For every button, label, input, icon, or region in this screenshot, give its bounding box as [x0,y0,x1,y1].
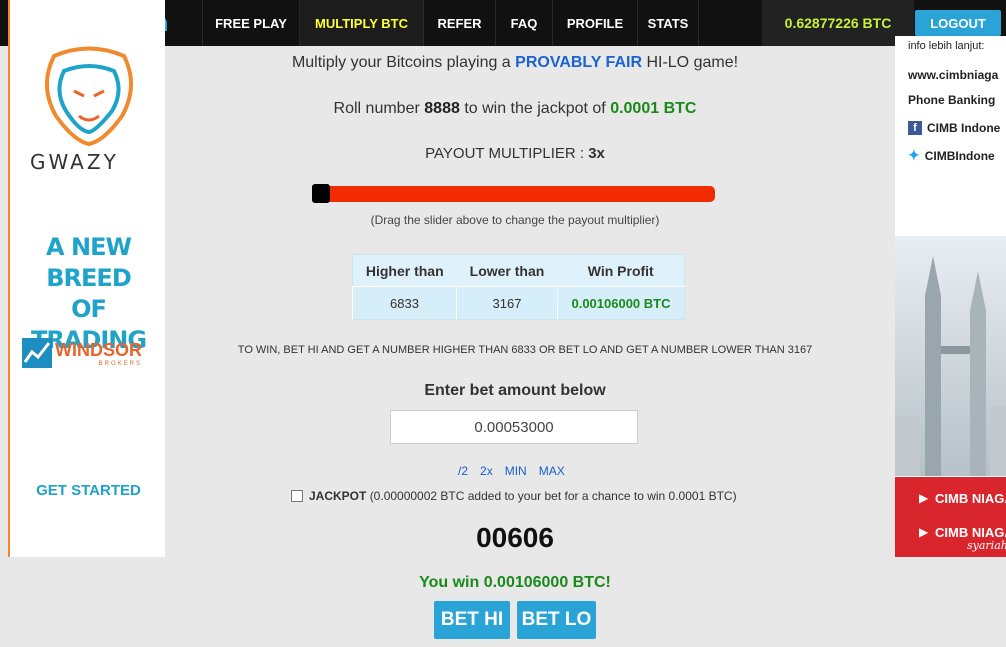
windsor-name: WINDSOR [55,339,142,360]
left-banner-ad[interactable]: GWAZY A NEW BREED OF TRADING WINDSOR BRO… [8,0,165,557]
slider-hint: (Drag the slider above to change the pay… [370,213,660,227]
ad-url-text: www.cimbniaga [908,68,999,82]
last-roll-number: 00606 [476,522,554,553]
multiply-game-panel: Multiply your Bitcoins playing a PROVABL… [165,46,895,647]
intro-text: Multiply your Bitcoins playing a PROVABL… [165,54,865,72]
payout-value: 3x [588,145,605,162]
table-row: 6833 3167 0.00106000 BTC [352,286,685,320]
half-bet-button[interactable]: /2 [458,464,468,478]
win-conditions-table: Higher than Lower than Win Profit 6833 3… [352,254,685,320]
skyline-image [895,236,1006,476]
logout-button[interactable]: LOGOUT [915,10,1001,36]
double-bet-button[interactable]: 2x [480,464,493,478]
payout-multiplier: PAYOUT MULTIPLIER : 3x [165,145,865,162]
win-rule-text: TO WIN, BET HI AND GET A NUMBER HIGHER T… [237,344,813,356]
jackpot-roll-number: 8888 [424,100,460,117]
intro-after: HI-LO game! [646,54,739,71]
nav-multiply-btc[interactable]: MULTIPLY BTC [299,0,423,46]
jackpot-label: JACKPOT [309,489,367,503]
btc-balance: 0.62877226 BTC [762,0,914,46]
gwazy-brand: GWAZY [30,150,119,174]
jackpot-roll-text: Roll number 8888 to win the jackpot of 0… [165,100,865,118]
ad-facebook-text: CIMB Indone [927,121,1001,135]
jackpot-option: JACKPOT (0.00000002 BTC added to your be… [291,489,737,503]
cimb-brand-band: ▶ CIMB NIAGA ▶ CIMB NIAGA syariah [895,477,1006,557]
min-bet-button[interactable]: MIN [505,464,527,478]
right-banner-ad[interactable]: info lebih lanjut: www.cimbniaga Phone B… [895,36,1006,557]
cimb-brand-2: CIMB NIAGA [935,525,1006,540]
nav-free-play[interactable]: FREE PLAY [202,0,299,46]
ad-twitter-text: CIMBIndone [924,148,995,163]
table-header-row: Higher than Lower than Win Profit [353,255,685,287]
header-lower-than: Lower than [469,262,545,279]
ad-info-text: info lebih lanjut: [908,40,985,52]
nav-profile[interactable]: PROFILE [552,0,637,46]
provably-fair-link[interactable]: PROVABLY FAIR [515,54,642,71]
bet-amount-label: Enter bet amount below [424,382,606,399]
bet-hi-button[interactable]: BET HI [434,601,510,639]
cimb-brand-1: CIMB NIAGA [935,491,1006,506]
result-message: You win 0.00106000 BTC! [419,574,611,591]
cimb-logo-icon: ▶ [919,491,929,505]
payout-label: PAYOUT MULTIPLIER : [425,145,585,162]
cimb-syariah-logo-icon: ▶ [919,525,929,539]
jackpot-checkbox[interactable] [291,490,303,502]
nav-faq[interactable]: FAQ [495,0,552,46]
header-higher-than: Higher than [365,262,444,279]
header-win-profit: Win Profit [587,262,654,279]
tiger-logo-icon [44,46,134,146]
twitter-icon: ✦ [908,147,920,163]
ad-twitter-row: ✦ CIMBIndone [908,147,995,164]
nav-refer[interactable]: REFER [423,0,495,46]
bet-modifiers: /2 2x MIN MAX [458,464,565,478]
higher-than-value: 6833 [352,286,457,320]
win-profit-value: 0.00106000 BTC [557,286,685,320]
nav-stats[interactable]: STATS [637,0,699,46]
payout-slider-handle[interactable] [312,184,330,203]
bet-lo-button[interactable]: BET LO [517,601,596,639]
ad-phone-text: Phone Banking [908,93,996,107]
roll-before: Roll number [333,100,420,117]
roll-middle: to win the jackpot of [464,100,606,117]
facebook-icon: f [908,121,922,135]
max-bet-button[interactable]: MAX [539,464,565,478]
jackpot-note: (0.00000002 BTC added to your bet for a … [369,489,737,503]
windsor-chart-icon [22,338,52,368]
cimb-syariah-text: syariah [967,539,1006,552]
jackpot-amount: 0.0001 BTC [610,100,697,117]
intro-before: Multiply your Bitcoins playing a [291,54,511,71]
windsor-logo: WINDSOR BROKERS [22,338,142,368]
windsor-sub: BROKERS [98,360,142,367]
get-started-link[interactable]: GET STARTED [10,482,167,499]
lower-than-value: 3167 [456,286,558,320]
bet-amount-input[interactable] [390,410,638,444]
payout-slider-track[interactable] [312,186,715,202]
ad-headline-line1: A NEW BREED [46,233,132,292]
ad-facebook-row: f CIMB Indone [908,121,1000,135]
